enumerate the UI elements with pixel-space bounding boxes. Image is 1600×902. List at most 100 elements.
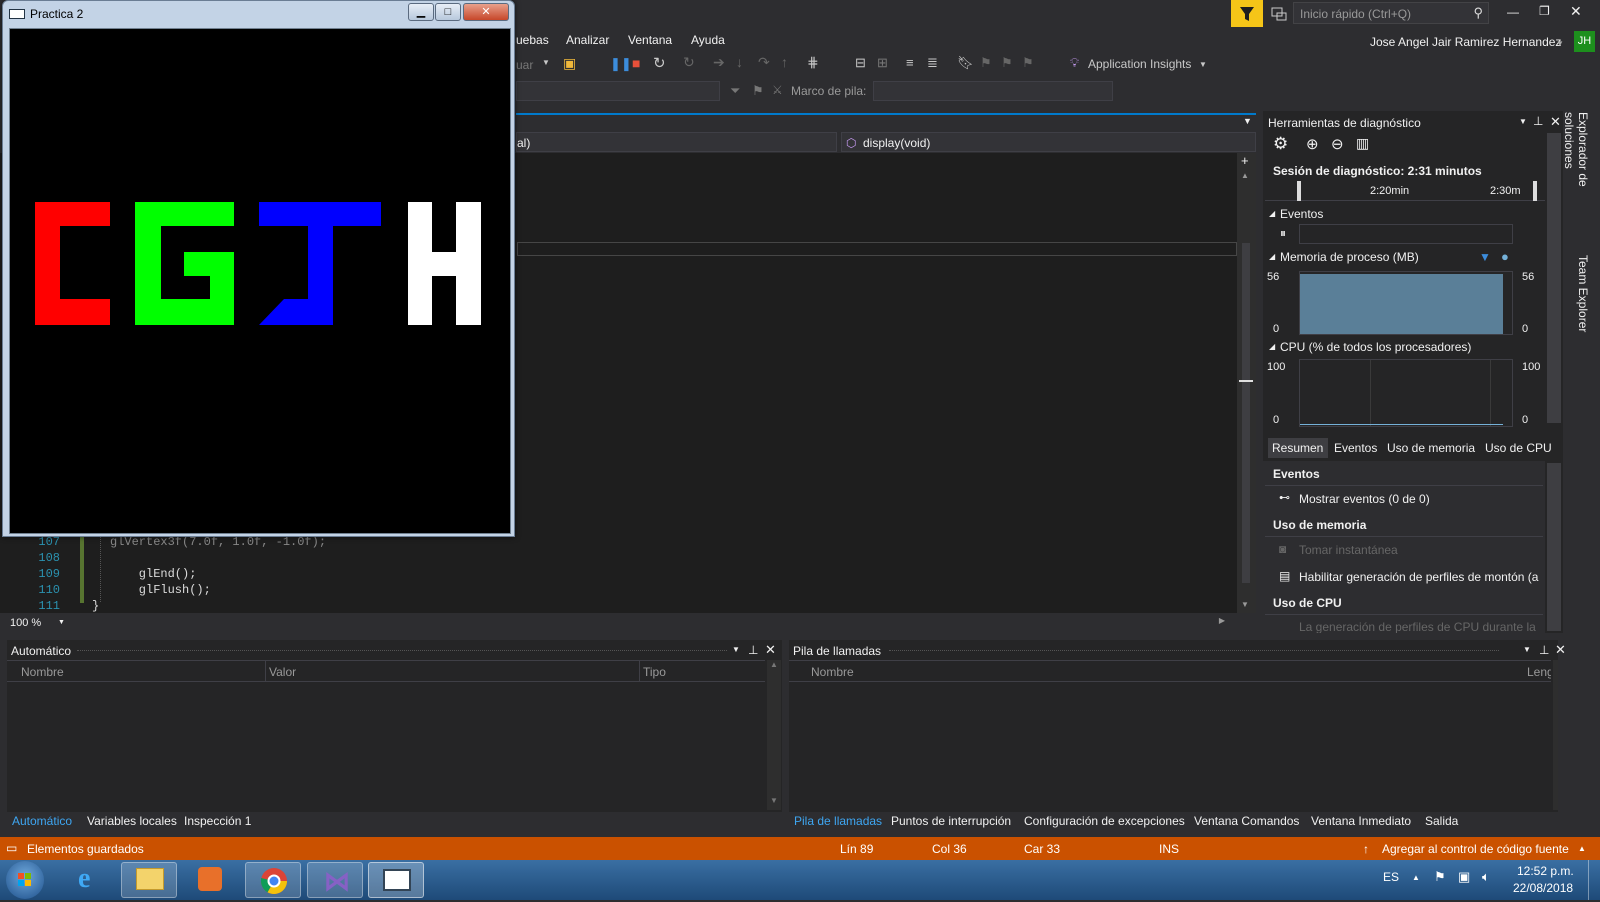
tab-ventana-inmediato[interactable]: Ventana Inmediato <box>1311 814 1411 828</box>
timeline-start-handle[interactable] <box>1297 181 1301 201</box>
chevron-down-icon[interactable]: ▼ <box>542 58 550 67</box>
hex-display-icon[interactable]: ⋕ <box>807 54 819 71</box>
thread-icon[interactable]: ⊟ <box>855 55 866 71</box>
menu-item-ayuda[interactable]: Ayuda <box>691 33 725 47</box>
close-icon[interactable]: ✕ <box>1550 114 1561 130</box>
search-icon[interactable]: ⚲ <box>1473 5 1483 21</box>
scroll-right-icon[interactable]: ▶ <box>1219 616 1225 625</box>
notification-filter-icon[interactable] <box>1231 0 1263 27</box>
feedback-icon[interactable] <box>1270 5 1288 23</box>
pause-icon[interactable]: ❚❚ <box>610 56 632 72</box>
enable-heap-profiling-toggle[interactable]: Habilitar generación de perfiles de mont… <box>1299 570 1538 584</box>
pin-icon[interactable]: ⊥ <box>748 643 758 657</box>
zoom-dropdown[interactable]: 100 % ▼ <box>8 614 66 632</box>
column-header-type[interactable]: Tipo <box>643 665 666 679</box>
tab-configuracion-de-excepciones[interactable]: Configuración de excepciones <box>1024 814 1185 828</box>
stop-icon[interactable]: ■ <box>632 55 640 71</box>
tab-puntos-de-interrupcion[interactable]: Puntos de interrupción <box>891 814 1011 828</box>
zoom-in-icon[interactable]: ⊕ <box>1306 135 1319 153</box>
column-header-language[interactable]: Leng <box>1527 665 1551 679</box>
menu-item-pruebas[interactable]: uebas <box>516 33 549 47</box>
add-source-control-button[interactable]: Agregar al control de código fuente <box>1382 842 1569 856</box>
start-button[interactable] <box>6 861 44 899</box>
close-icon[interactable]: ✕ <box>765 642 776 658</box>
tab-eventos[interactable]: Eventos <box>1334 441 1377 455</box>
editor-horizontal-scrollbar[interactable]: ▶ <box>68 616 1230 630</box>
zoom-out-icon[interactable]: ⊖ <box>1331 135 1344 153</box>
prev-bookmark-icon[interactable]: ⚑ <box>980 55 992 71</box>
step-into-icon[interactable]: ↓ <box>736 54 743 70</box>
network-icon[interactable]: ▣ <box>1458 869 1470 885</box>
clock-date[interactable]: 22/08/2018 <box>1513 881 1573 895</box>
tab-automatico[interactable]: Automático <box>12 814 72 828</box>
solution-explorer-tab[interactable]: Explorador de soluciones <box>1562 112 1590 222</box>
thread-dropdown[interactable] <box>516 81 720 101</box>
tab-inspeccion-1[interactable]: Inspección 1 <box>184 814 251 828</box>
events-track[interactable] <box>1299 224 1513 244</box>
status-insert-mode[interactable]: INS <box>1159 842 1179 856</box>
restore-icon[interactable]: ❐ <box>1539 4 1550 18</box>
next-bookmark-icon[interactable]: ⚑ <box>1001 55 1013 71</box>
collapse-triangle-icon[interactable]: ◢ <box>1269 342 1275 351</box>
minimize-icon[interactable]: — <box>1507 5 1519 19</box>
collapse-triangle-icon[interactable]: ◢ <box>1269 209 1275 218</box>
tab-salida[interactable]: Salida <box>1425 814 1458 828</box>
tab-ventana-comandos[interactable]: Ventana Comandos <box>1194 814 1299 828</box>
step-over-icon[interactable]: ➔ <box>713 54 725 71</box>
chevron-down-icon[interactable]: ▼ <box>1199 60 1207 69</box>
scroll-down-icon[interactable]: ▼ <box>1241 600 1249 609</box>
flag-icon[interactable]: ⚑ <box>1434 869 1446 885</box>
clock-time[interactable]: 12:52 p.m. <box>1517 864 1574 878</box>
memory-chart[interactable] <box>1299 271 1513 335</box>
flag-threads-icon[interactable]: ⚑ <box>752 83 764 99</box>
chevron-down-icon[interactable]: ▼ <box>1523 645 1531 654</box>
comment-icon[interactable]: ≡ <box>906 55 914 70</box>
column-header-value[interactable]: Valor <box>269 665 296 679</box>
taskbar-media-player[interactable] <box>182 862 238 898</box>
uncomment-icon[interactable]: ≣ <box>927 55 938 71</box>
show-events-link[interactable]: Mostrar eventos (0 de 0) <box>1299 492 1430 506</box>
window-minimize-button[interactable]: ▁ <box>408 3 434 21</box>
close-icon[interactable]: ✕ <box>1570 3 1582 20</box>
step-out-icon[interactable]: ↑ <box>781 54 788 70</box>
chevron-up-icon[interactable]: ▲ <box>1578 844 1586 853</box>
scroll-up-icon[interactable]: ▲ <box>1241 171 1249 180</box>
taskbar-visual-studio[interactable]: ⋈ <box>307 862 363 898</box>
avatar[interactable]: JH <box>1574 31 1595 52</box>
restart-icon[interactable]: ↻ <box>653 54 666 72</box>
call-stack-grid[interactable]: Nombre Leng <box>789 660 1551 810</box>
chevron-down-icon[interactable]: ▼ <box>1243 116 1252 126</box>
step-over-arc-icon[interactable]: ↷ <box>758 54 770 71</box>
tab-resumen[interactable]: Resumen <box>1268 438 1328 458</box>
diagnostic-upper-scrollbar[interactable] <box>1547 133 1561 423</box>
autos-grid[interactable]: Nombre Valor Tipo <box>7 660 765 810</box>
cpu-chart[interactable] <box>1299 359 1513 427</box>
scroll-thumb[interactable] <box>1242 243 1250 583</box>
unflag-icon[interactable]: ⚔ <box>772 83 783 97</box>
quick-launch-search[interactable]: Inicio rápido (Ctrl+Q) ⚲ <box>1293 2 1489 24</box>
scope-dropdown[interactable]: al) <box>516 132 837 152</box>
taskbar-chrome[interactable] <box>245 862 301 898</box>
tab-uso-de-memoria[interactable]: Uso de memoria <box>1387 441 1475 455</box>
call-stack-scrollbar[interactable] <box>1553 660 1558 810</box>
language-indicator[interactable]: ES <box>1383 870 1399 884</box>
pin-icon[interactable]: ⊥ <box>1539 643 1549 657</box>
editor-vertical-scrollbar[interactable]: + ▲ ▼ <box>1237 153 1256 613</box>
show-next-statement-icon[interactable]: ↻ <box>683 54 695 71</box>
clear-bookmarks-icon[interactable]: ⚑ <box>1022 55 1034 71</box>
taskbar-file-explorer[interactable] <box>121 862 177 898</box>
chevron-up-icon[interactable]: ▲ <box>1412 873 1420 882</box>
menu-item-analizar[interactable]: Analizar <box>566 33 609 47</box>
debug-target-dropdown[interactable]: uar <box>516 58 533 72</box>
stack-frame-dropdown[interactable] <box>873 81 1113 101</box>
output-icon[interactable]: ▭ <box>6 841 17 855</box>
chevron-down-icon[interactable]: ▼ <box>1519 117 1527 126</box>
scroll-up-icon[interactable]: ▲ <box>770 660 778 669</box>
settings-gear-icon[interactable]: ⚙ <box>1273 134 1288 154</box>
member-dropdown[interactable]: ⬡ display(void) <box>841 132 1256 152</box>
chevron-down-icon[interactable]: ▼ <box>58 619 65 626</box>
split-icon[interactable]: + <box>1241 153 1249 168</box>
chart-icon[interactable]: ▥ <box>1356 135 1369 152</box>
bookmark-icon[interactable]: 🔖︎ <box>957 55 974 71</box>
tab-variables-locales[interactable]: Variables locales <box>87 814 177 828</box>
